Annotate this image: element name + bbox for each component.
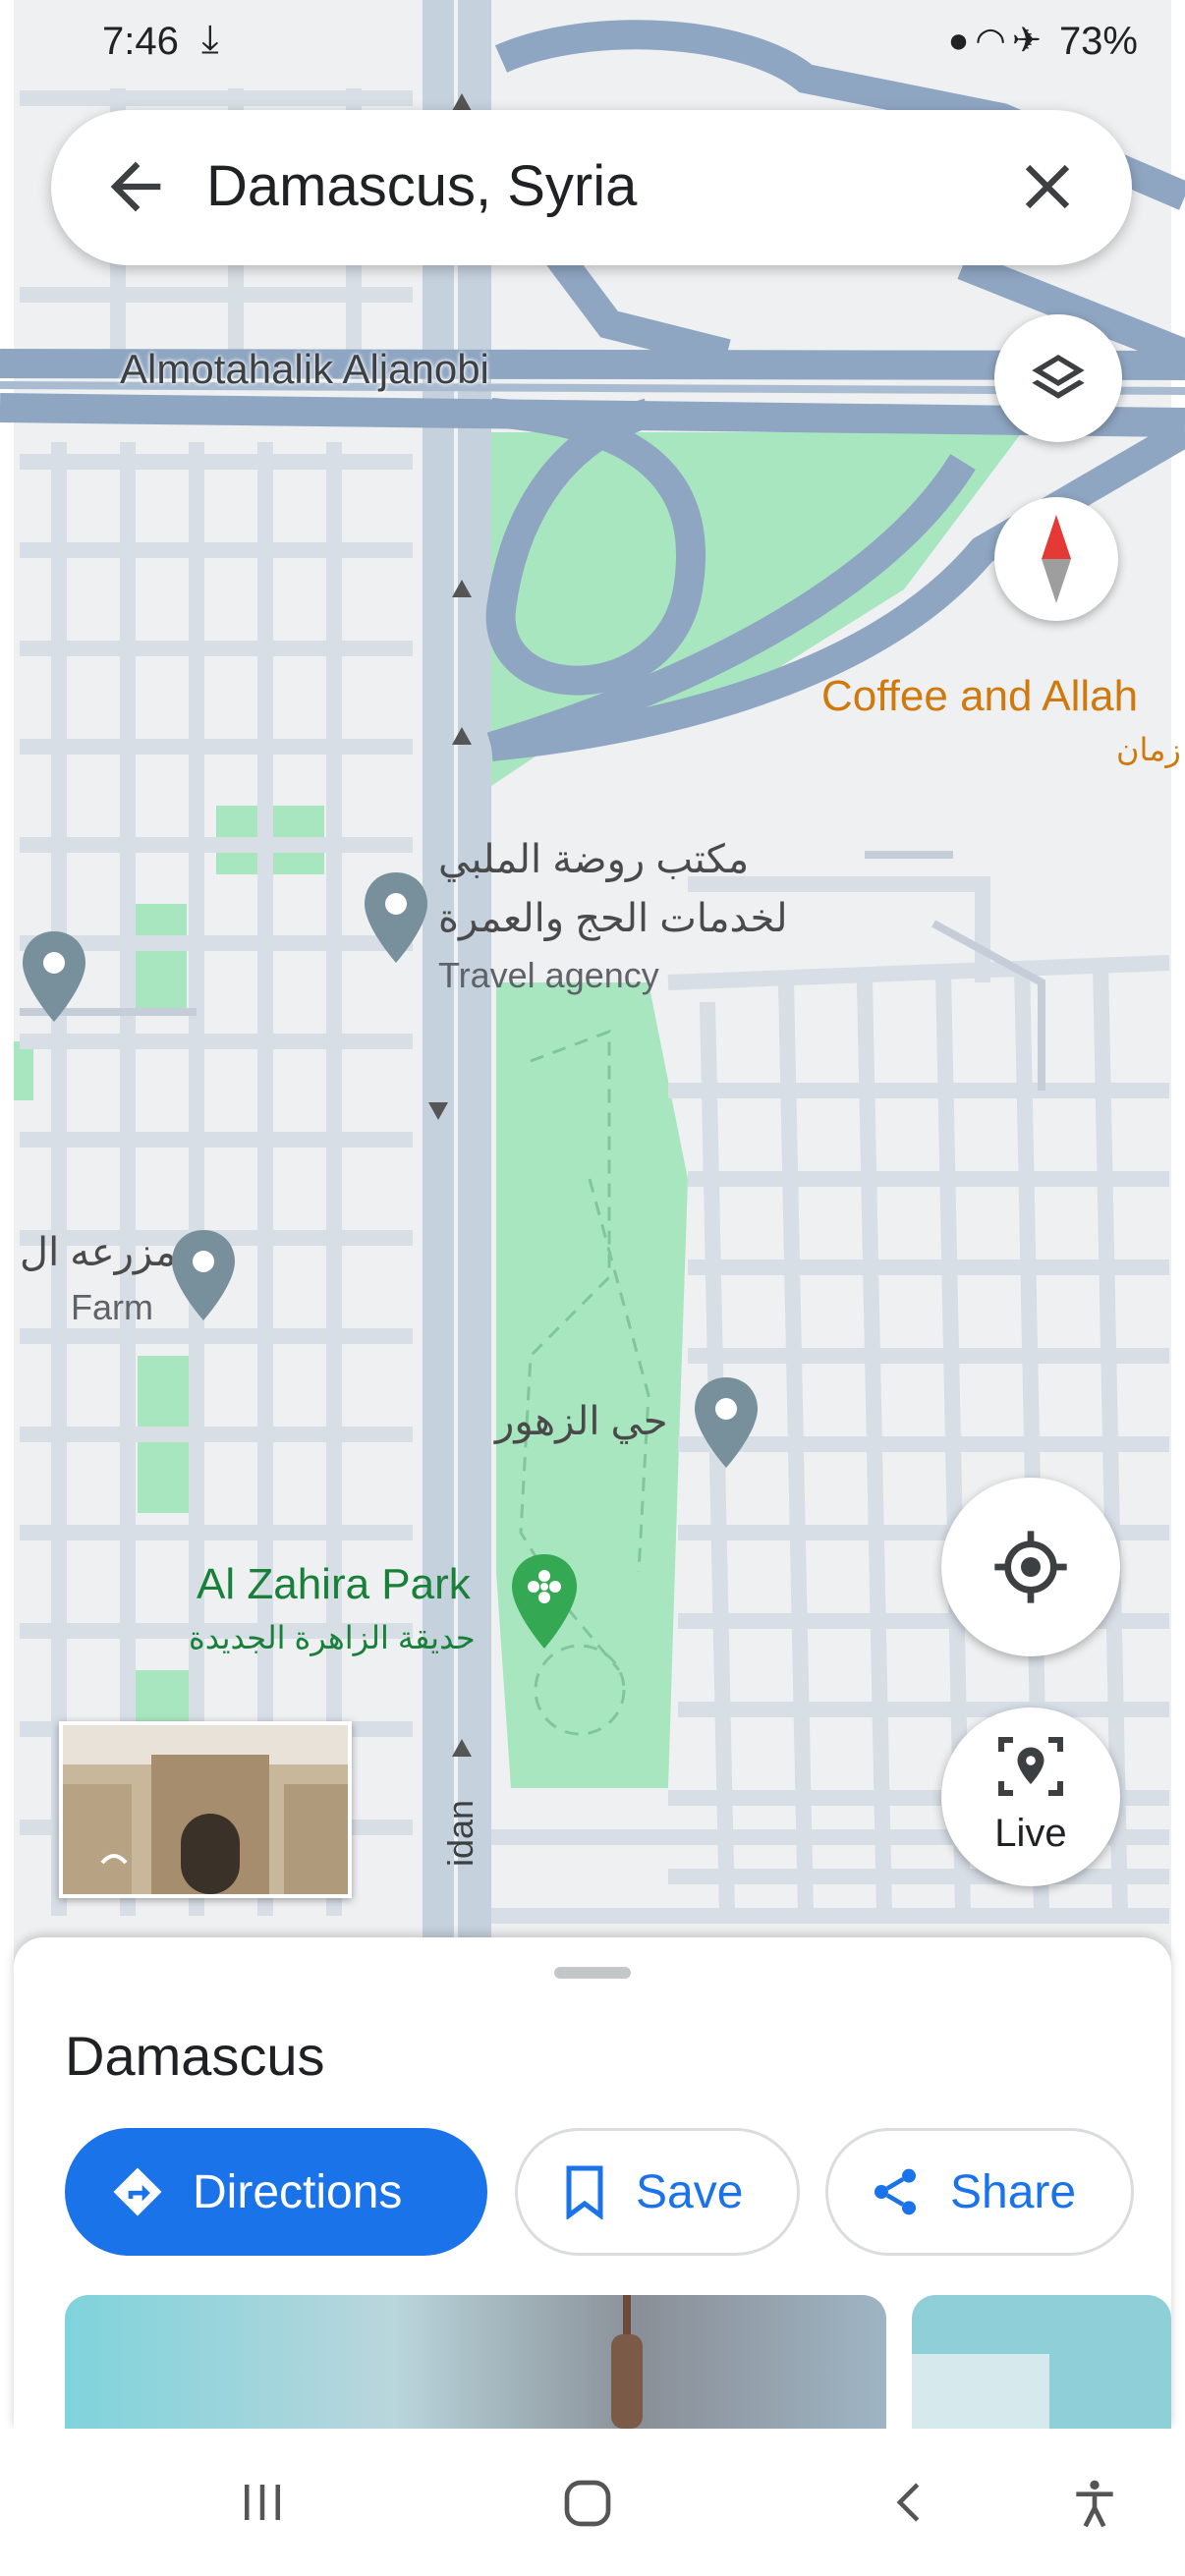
location-icon: ● (947, 20, 976, 60)
live-label: Live (994, 1812, 1067, 1855)
airplane-icon: ✈ (1011, 20, 1047, 60)
accessibility-button[interactable] (1067, 2476, 1122, 2536)
compass-icon (1042, 515, 1071, 603)
layers-icon (1032, 355, 1085, 399)
system-navigation-bar (0, 2429, 1185, 2576)
status-icons: ●◠✈ (948, 20, 1047, 61)
share-icon (875, 2168, 916, 2215)
poi-neighborhood-label[interactable]: حي الزهور (495, 1399, 668, 1444)
back-arrow-icon[interactable] (98, 149, 173, 224)
share-button[interactable]: Share (825, 2128, 1134, 2256)
map-pin-icon[interactable] (362, 870, 430, 970)
download-icon: ⤓ (201, 18, 219, 61)
back-button[interactable] (884, 2476, 937, 2534)
save-button[interactable]: Save (515, 2128, 800, 2256)
status-bar: 7:46 ⤓ ●◠✈ 73% (0, 0, 1185, 84)
my-location-button[interactable] (941, 1478, 1120, 1656)
search-query[interactable]: Damascus, Syria (206, 153, 637, 219)
poi-farm-name[interactable]: مزرعه ال (20, 1230, 176, 1275)
search-bar[interactable]: Damascus, Syria (51, 110, 1132, 265)
place-photo[interactable] (65, 2295, 886, 2429)
directions-icon (113, 2167, 162, 2216)
directions-label: Directions (193, 2165, 403, 2218)
close-icon[interactable] (1010, 149, 1085, 224)
poi-travel-category: Travel agency (438, 955, 659, 995)
park-pin-icon[interactable] (509, 1552, 580, 1655)
status-time: 7:46 (102, 20, 179, 63)
recent-apps-button[interactable] (236, 2476, 289, 2534)
sheet-drag-handle[interactable] (554, 1967, 631, 1979)
poi-farm-category: Farm (71, 1287, 153, 1327)
poi-park-subtitle: حديقة الزاهرة الجديدة (189, 1620, 476, 1655)
home-button[interactable] (560, 2476, 615, 2536)
street-label-vertical: idan (440, 1799, 480, 1867)
save-label: Save (636, 2165, 744, 2218)
crosshair-icon (994, 1531, 1067, 1603)
place-photo[interactable] (912, 2295, 1171, 2429)
live-view-icon (998, 1737, 1063, 1796)
wifi-icon: ◠ (975, 20, 1012, 60)
compass-button[interactable] (994, 497, 1118, 621)
map-pin-icon[interactable] (692, 1375, 761, 1475)
poi-travel-name[interactable]: مكتب روضة الملبي (438, 837, 749, 882)
street-view-thumbnail[interactable] (59, 1721, 352, 1898)
map-pin-icon[interactable] (169, 1228, 238, 1327)
poi-park-name[interactable]: Al Zahira Park (197, 1560, 471, 1609)
poi-coffee-label[interactable]: Coffee and Allah (821, 672, 1138, 721)
live-view-button[interactable]: Live (941, 1708, 1120, 1886)
place-sheet[interactable]: Damascus Directions Save Share (14, 1937, 1171, 2429)
road-label: Almotahalik Aljanobi (120, 346, 489, 392)
place-title: Damascus (65, 2025, 325, 2087)
share-label: Share (950, 2165, 1077, 2218)
map-pin-icon[interactable] (20, 929, 88, 1029)
bookmark-icon (566, 2165, 603, 2219)
directions-button[interactable]: Directions (65, 2128, 487, 2256)
layers-button[interactable] (994, 314, 1122, 442)
poi-coffee-subtitle: زمان (1116, 732, 1181, 767)
poi-travel-name-line2[interactable]: لخدمات الحج والعمرة (438, 896, 788, 941)
battery-level: 73% (1058, 20, 1138, 63)
